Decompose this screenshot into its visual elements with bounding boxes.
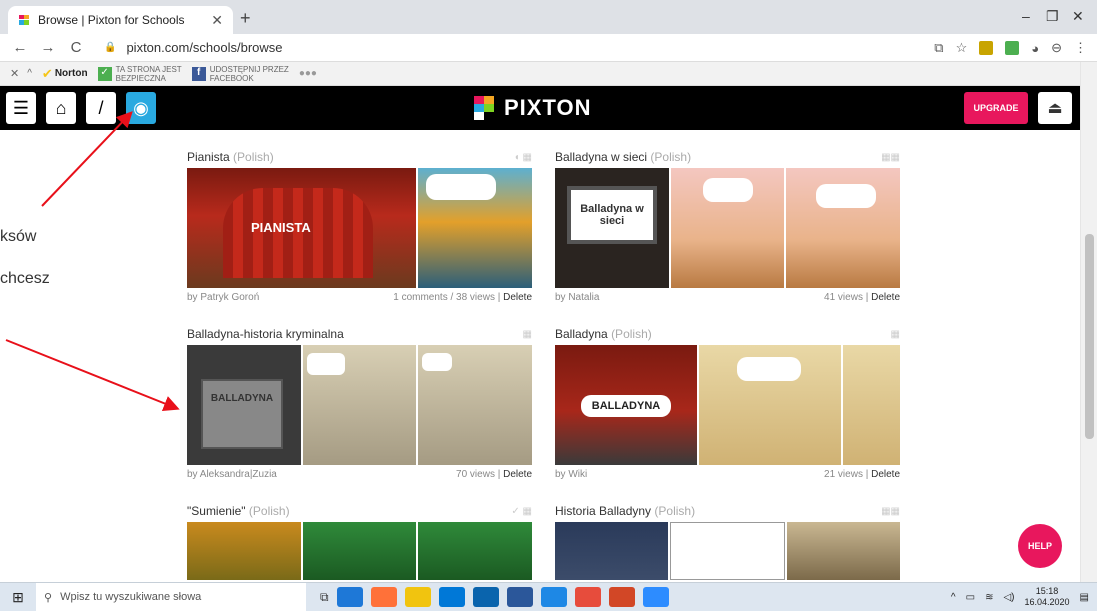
task-view-icon[interactable]: ⧉ bbox=[320, 590, 329, 605]
file-explorer-icon[interactable] bbox=[404, 587, 431, 607]
scrollbar-thumb[interactable] bbox=[1085, 234, 1094, 439]
word-icon[interactable] bbox=[506, 587, 533, 607]
store-icon[interactable] bbox=[438, 587, 465, 607]
chrome-icon[interactable] bbox=[574, 587, 601, 607]
annotation-arrow bbox=[41, 111, 133, 207]
office-icon[interactable] bbox=[608, 587, 635, 607]
chevron-up-icon[interactable]: ^ bbox=[951, 592, 956, 603]
network-icon[interactable]: ≋ bbox=[985, 592, 993, 603]
volume-icon[interactable]: ◁) bbox=[1003, 592, 1014, 603]
clock[interactable]: 15:18 16.04.2020 bbox=[1025, 586, 1070, 608]
windows-start-icon[interactable]: ⊞ bbox=[0, 583, 36, 612]
taskbar-search[interactable]: ⚲ Wpisz tu wyszukiwane słowa bbox=[36, 582, 306, 612]
notifications-icon[interactable]: ▤ bbox=[1080, 592, 1089, 603]
windows-taskbar: ⊞ ⚲ Wpisz tu wyszukiwane słowa ⧉ ^ ▭ ≋ ◁… bbox=[0, 582, 1097, 612]
firefox-icon[interactable] bbox=[370, 587, 397, 607]
edge-icon[interactable] bbox=[336, 587, 363, 607]
annotation-arrow bbox=[5, 339, 180, 411]
page-scrollbar[interactable] bbox=[1080, 62, 1097, 582]
zoom-icon[interactable] bbox=[642, 587, 669, 607]
search-icon: ⚲ bbox=[44, 591, 53, 604]
help-button[interactable]: HELP bbox=[1018, 524, 1062, 568]
battery-icon[interactable]: ▭ bbox=[966, 592, 975, 603]
annotation-arrows bbox=[5, 111, 180, 411]
paint-icon[interactable] bbox=[540, 587, 567, 607]
mail-icon[interactable] bbox=[472, 587, 499, 607]
system-tray: ^ ▭ ≋ ◁) 15:18 16.04.2020 ▤ bbox=[951, 586, 1089, 608]
